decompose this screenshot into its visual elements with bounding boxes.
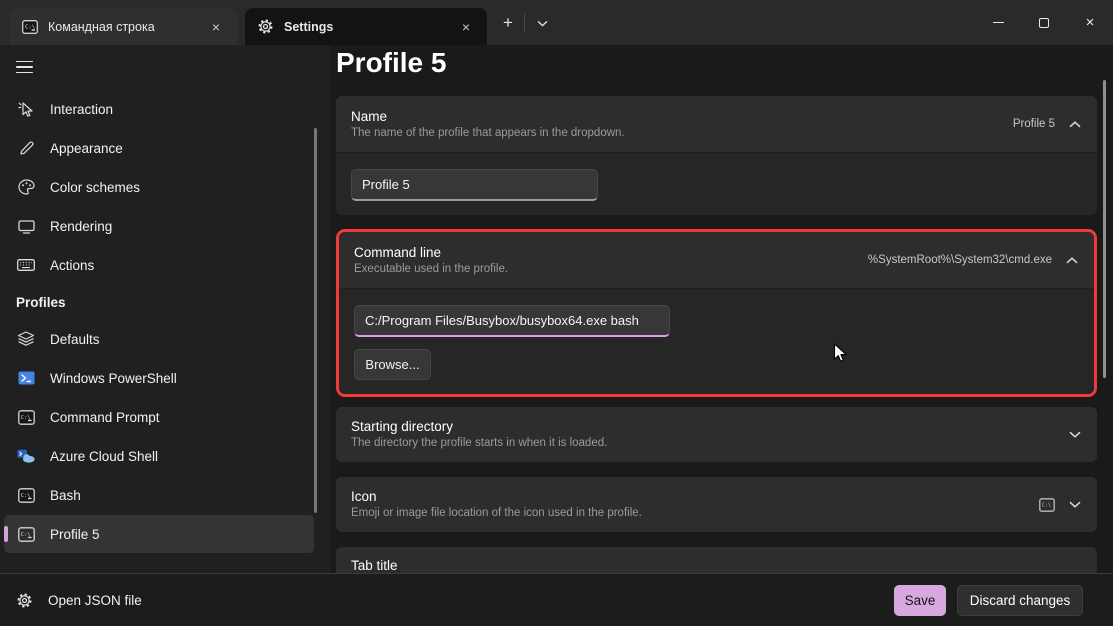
name-setting-body xyxy=(336,152,1097,215)
setting-title: Starting directory xyxy=(351,418,1069,436)
close-icon: × xyxy=(1086,15,1095,30)
azure-cloud-shell-icon xyxy=(16,449,36,463)
close-tab-icon[interactable]: × xyxy=(205,16,227,38)
sidebar-item-azure-cloud-shell[interactable]: Azure Cloud Shell xyxy=(4,437,314,475)
name-setting-card: Name The name of the profile that appear… xyxy=(336,96,1097,215)
starting-directory-setting-card: Starting directory The directory the pro… xyxy=(336,407,1097,462)
titlebar: C:\ Командная строка × Settings × + xyxy=(0,0,1113,45)
chevron-down-icon[interactable] xyxy=(1069,431,1081,438)
sidebar-item-command-prompt[interactable]: C:\ Command Prompt xyxy=(4,398,314,436)
window-controls: × xyxy=(975,0,1113,45)
layers-icon xyxy=(16,331,36,347)
close-window-button[interactable]: × xyxy=(1067,0,1113,45)
cmd-window-icon: C:\ xyxy=(22,20,38,34)
appearance-pen-icon xyxy=(16,140,36,156)
setting-title: Icon xyxy=(351,488,1039,506)
setting-current-value: Profile 5 xyxy=(1013,118,1055,130)
name-setting-header[interactable]: Name The name of the profile that appear… xyxy=(336,96,1097,152)
sidebar-item-label: Color schemes xyxy=(50,180,140,195)
sidebar-scrollbar[interactable] xyxy=(314,128,317,513)
profile-icon-preview: C:\ xyxy=(1039,498,1055,512)
setting-subtitle: The name of the profile that appears in … xyxy=(351,126,1013,141)
actions-keyboard-icon xyxy=(16,258,36,272)
tabbar-separator xyxy=(524,13,525,32)
sidebar-item-label: Azure Cloud Shell xyxy=(50,449,158,464)
discard-changes-button[interactable]: Discard changes xyxy=(957,585,1083,616)
browse-button[interactable]: Browse... xyxy=(354,349,431,380)
gear-icon xyxy=(16,592,33,609)
setting-subtitle: Emoji or image file location of the icon… xyxy=(351,506,1039,521)
maximize-button[interactable] xyxy=(1021,0,1067,45)
rendering-display-icon xyxy=(16,219,36,234)
profile-name-input[interactable] xyxy=(351,169,598,201)
settings-sidebar: Interaction Appearance xyxy=(0,45,330,573)
sidebar-item-actions[interactable]: Actions xyxy=(4,246,314,284)
sidebar-item-label: Command Prompt xyxy=(50,410,160,425)
sidebar-nav: Interaction Appearance xyxy=(0,89,322,554)
setting-current-value: %SystemRoot%\System32\cmd.exe xyxy=(868,254,1052,266)
icon-setting-card: Icon Emoji or image file location of the… xyxy=(336,477,1097,532)
gear-icon xyxy=(257,18,274,35)
chevron-up-icon[interactable] xyxy=(1066,257,1078,264)
sidebar-item-defaults[interactable]: Defaults xyxy=(4,320,314,358)
tab-label: Settings xyxy=(284,20,455,34)
cmd-window-icon: C:\ xyxy=(16,488,36,503)
sidebar-item-profile-5[interactable]: C:\ Profile 5 xyxy=(4,515,314,553)
footer-bar: Open JSON file Save Discard changes xyxy=(0,573,1113,626)
sidebar-item-color-schemes[interactable]: Color schemes xyxy=(4,168,314,206)
minimize-button[interactable] xyxy=(975,0,1021,45)
powershell-icon xyxy=(16,371,36,385)
profiles-section-header: Profiles xyxy=(0,285,322,319)
icon-setting-header[interactable]: Icon Emoji or image file location of the… xyxy=(336,477,1097,532)
sidebar-item-label: Windows PowerShell xyxy=(50,371,177,386)
cmd-window-icon: C:\ xyxy=(16,410,36,425)
sidebar-item-label: Actions xyxy=(50,258,94,273)
setting-title: Name xyxy=(351,108,1013,126)
command-line-input[interactable] xyxy=(354,305,670,337)
sidebar-item-label: Rendering xyxy=(50,219,112,234)
sidebar-item-bash[interactable]: C:\ Bash xyxy=(4,476,314,514)
command-line-header[interactable]: Command line Executable used in the prof… xyxy=(339,232,1094,288)
tab-label: Командная строка xyxy=(48,20,205,34)
command-line-body: Browse... xyxy=(339,288,1094,394)
sidebar-item-label: Defaults xyxy=(50,332,100,347)
chevron-down-icon[interactable] xyxy=(1069,501,1081,508)
sidebar-item-appearance[interactable]: Appearance xyxy=(4,129,314,167)
starting-directory-header[interactable]: Starting directory The directory the pro… xyxy=(336,407,1097,462)
interaction-cursor-icon xyxy=(16,101,36,118)
minimize-icon xyxy=(993,22,1004,23)
terminal-settings-window: C:\ Командная строка × Settings × + xyxy=(0,0,1113,626)
setting-subtitle: The directory the profile starts in when… xyxy=(351,436,1069,451)
open-json-label: Open JSON file xyxy=(48,593,142,608)
tab-settings[interactable]: Settings × xyxy=(245,8,487,45)
new-tab-button[interactable]: + xyxy=(494,9,522,37)
sidebar-item-rendering[interactable]: Rendering xyxy=(4,207,314,245)
save-button[interactable]: Save xyxy=(894,585,946,616)
color-palette-icon xyxy=(16,179,36,195)
cmd-window-icon: C:\ xyxy=(16,527,36,542)
sidebar-item-interaction[interactable]: Interaction xyxy=(4,90,314,128)
svg-text:C:\: C:\ xyxy=(1042,502,1051,508)
settings-content: Profile 5 Name The name of the profile t… xyxy=(330,45,1113,573)
hamburger-menu-button[interactable] xyxy=(8,51,46,83)
sidebar-item-label: Profile 5 xyxy=(50,527,100,542)
page-title: Profile 5 xyxy=(336,47,446,79)
open-json-file-button[interactable]: Open JSON file xyxy=(16,592,142,609)
close-tab-icon[interactable]: × xyxy=(455,16,477,38)
tab-command-prompt[interactable]: C:\ Командная строка × xyxy=(10,8,237,45)
sidebar-item-label: Appearance xyxy=(50,141,123,156)
sidebar-item-label: Bash xyxy=(50,488,81,503)
command-line-setting-card: Command line Executable used in the prof… xyxy=(336,229,1097,397)
setting-title: Command line xyxy=(354,244,868,262)
maximize-icon xyxy=(1039,18,1049,28)
tab-dropdown-button[interactable] xyxy=(528,9,556,37)
content-scrollbar[interactable] xyxy=(1103,80,1106,378)
chevron-up-icon[interactable] xyxy=(1069,121,1081,128)
setting-subtitle: Executable used in the profile. xyxy=(354,262,868,277)
sidebar-item-label: Interaction xyxy=(50,102,113,117)
sidebar-item-windows-powershell[interactable]: Windows PowerShell xyxy=(4,359,314,397)
